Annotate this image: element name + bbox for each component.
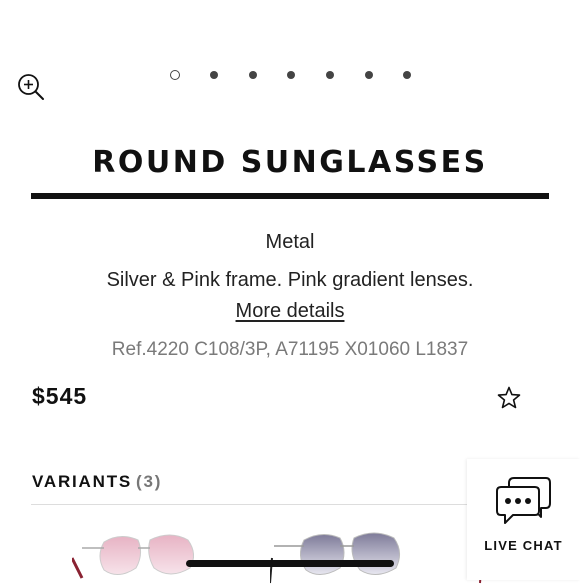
carousel-dot[interactable] (170, 70, 180, 80)
variants-divider (31, 504, 491, 505)
more-details-link[interactable]: More details (236, 300, 345, 322)
product-description: Silver & Pink frame. Pink gradient lense… (106, 269, 474, 291)
carousel-dot[interactable] (365, 71, 373, 79)
star-icon[interactable] (496, 385, 522, 411)
carousel-dot[interactable] (403, 71, 411, 79)
carousel-dot[interactable] (326, 71, 334, 79)
chat-bubble-icon (496, 477, 551, 524)
variant-thumbnail-grey[interactable] (270, 528, 420, 588)
carousel-dot[interactable] (210, 71, 218, 79)
carousel-dot[interactable] (287, 71, 295, 79)
product-reference: Ref.4220 C108/3P, A71195 X01060 L1837 (111, 339, 469, 360)
product-material: Metal (265, 231, 315, 253)
variant-thumbnail-pink[interactable] (72, 528, 217, 588)
live-chat-label: LIVE CHAT (484, 538, 563, 553)
variants-label: VARIANTS (32, 472, 133, 491)
more-details-container: More details (0, 300, 580, 323)
live-chat-button[interactable]: LIVE CHAT (467, 459, 580, 580)
variants-count: (3) (136, 472, 163, 491)
carousel-dot[interactable] (249, 71, 257, 79)
carousel-pagination (0, 69, 580, 83)
variants-heading: VARIANTS (3) (32, 472, 162, 492)
product-title: ROUND SUNGLASSES (92, 145, 488, 180)
title-divider (31, 193, 549, 199)
home-indicator[interactable] (186, 560, 394, 567)
product-price: $545 (32, 383, 88, 409)
